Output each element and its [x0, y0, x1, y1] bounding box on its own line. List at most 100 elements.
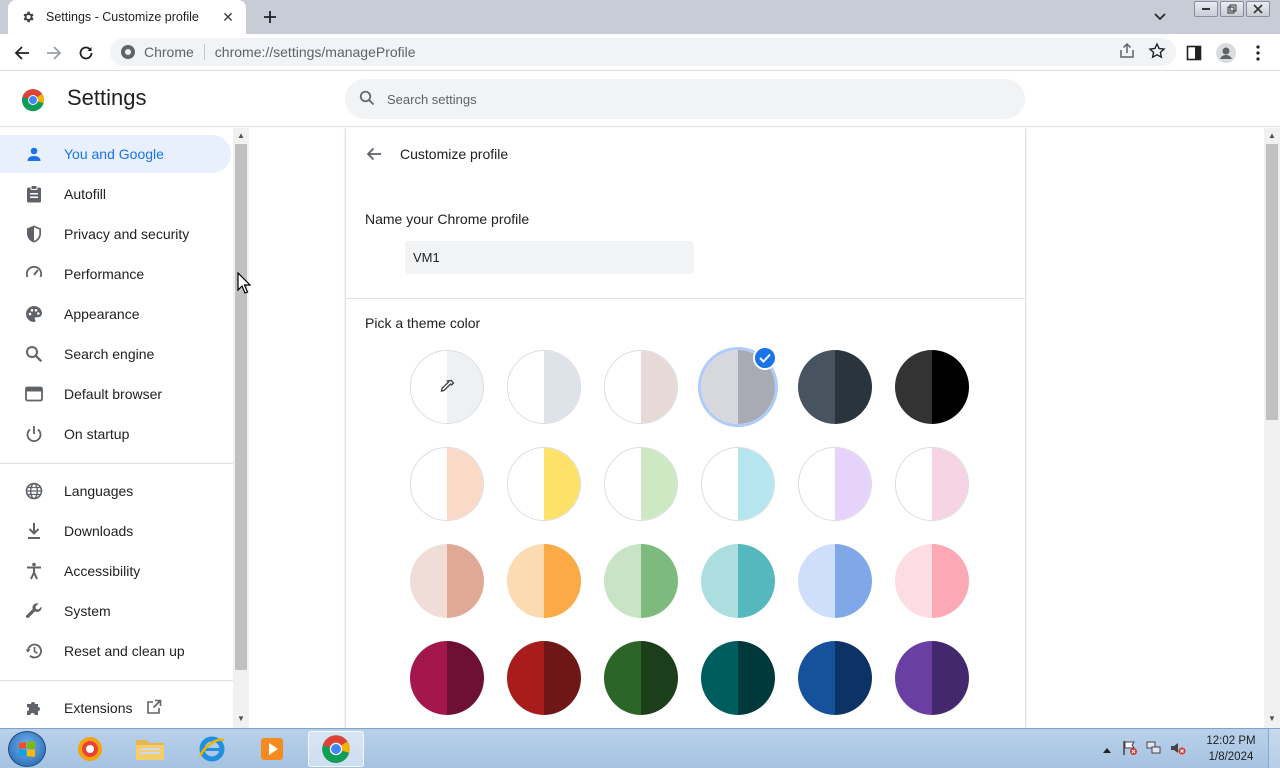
sidebar-item-languages[interactable]: Languages: [0, 472, 231, 510]
scroll-up-arrow-icon[interactable]: ▲: [237, 131, 245, 140]
action-center-icon[interactable]: [1122, 740, 1138, 759]
theme-color-swatch[interactable]: [701, 447, 775, 521]
sidebar-item-search-engine[interactable]: Search engine: [0, 335, 231, 373]
settings-title: Settings: [67, 85, 147, 110]
volume-muted-icon[interactable]: [1170, 740, 1186, 759]
sidebar-item-downloads[interactable]: Downloads: [0, 512, 231, 550]
theme-color-swatch[interactable]: [895, 641, 969, 715]
taskbar-app-tor[interactable]: [62, 731, 118, 767]
theme-color-swatch[interactable]: [604, 447, 678, 521]
page-scrollbar[interactable]: ▲ ▼: [1264, 128, 1280, 728]
taskbar-clock[interactable]: 12:02 PM 1/8/2024: [1196, 733, 1266, 765]
scroll-down-arrow-icon[interactable]: ▼: [1268, 714, 1276, 723]
theme-color-swatch[interactable]: [895, 447, 969, 521]
theme-color-swatch[interactable]: [507, 544, 581, 618]
address-bar[interactable]: Chrome chrome://settings/manageProfile: [110, 38, 1176, 66]
minimize-icon[interactable]: [1194, 1, 1218, 17]
mouse-cursor-icon: [237, 272, 251, 294]
network-icon[interactable]: [1146, 740, 1162, 759]
show-desktop-button[interactable]: [1268, 729, 1280, 768]
tray-expand-icon[interactable]: [1102, 742, 1112, 757]
start-button[interactable]: [8, 731, 46, 767]
site-chip-label: Chrome: [144, 44, 194, 60]
share-icon[interactable]: [1118, 42, 1136, 63]
tab-strip: Settings - Customize profile ✕: [0, 0, 1280, 34]
taskbar-app-media[interactable]: [244, 731, 300, 767]
settings-header: Settings: [0, 71, 1280, 127]
taskbar-app-ie[interactable]: [184, 731, 240, 767]
sidebar-item-label: Downloads: [64, 523, 134, 539]
theme-color-swatch[interactable]: [798, 544, 872, 618]
theme-color-swatch[interactable]: [895, 544, 969, 618]
close-window-icon[interactable]: [1246, 1, 1270, 17]
restore-icon[interactable]: [1220, 1, 1244, 17]
search-input[interactable]: [387, 91, 987, 107]
palette-icon: [24, 304, 44, 324]
history-icon: [24, 641, 44, 661]
url-text[interactable]: chrome://settings/manageProfile: [215, 44, 416, 60]
active-tab[interactable]: Settings - Customize profile ✕: [8, 0, 246, 34]
back-arrow-icon[interactable]: [364, 144, 384, 164]
close-tab-icon[interactable]: ✕: [220, 9, 236, 25]
site-info-chip[interactable]: Chrome: [120, 44, 194, 60]
sidebar-item-reset[interactable]: Reset and clean up: [0, 632, 231, 670]
custom-color-swatch[interactable]: [410, 350, 484, 424]
settings-sidebar: You and Google Autofill Privacy and secu…: [0, 128, 233, 728]
theme-color-swatch[interactable]: [410, 544, 484, 618]
theme-color-swatch[interactable]: [701, 544, 775, 618]
sidebar-item-label: Reset and clean up: [64, 643, 185, 659]
theme-color-swatch[interactable]: [798, 641, 872, 715]
theme-color-swatch[interactable]: [507, 641, 581, 715]
theme-color-swatch[interactable]: [410, 447, 484, 521]
side-panel-icon[interactable]: [1182, 41, 1206, 65]
window-controls: [1194, 1, 1270, 17]
theme-color-swatch[interactable]: [895, 350, 969, 424]
new-tab-icon[interactable]: [258, 6, 282, 28]
sidebar-item-you-and-google[interactable]: You and Google: [0, 135, 231, 173]
clock-date: 1/8/2024: [1208, 751, 1254, 763]
profile-avatar-icon[interactable]: [1214, 41, 1238, 65]
wrench-icon: [24, 601, 44, 621]
omnibox-divider: [203, 44, 205, 60]
reload-icon[interactable]: [74, 41, 98, 65]
theme-color-swatch[interactable]: [701, 641, 775, 715]
menu-kebab-icon[interactable]: [1246, 41, 1270, 65]
theme-color-swatch[interactable]: [604, 641, 678, 715]
sidebar-item-accessibility[interactable]: Accessibility: [0, 552, 231, 590]
sidebar-scrollbar[interactable]: ▲ ▼: [233, 128, 249, 728]
theme-color-swatch[interactable]: [507, 350, 581, 424]
internet-explorer-icon: [198, 736, 225, 762]
scroll-up-arrow-icon[interactable]: ▲: [1268, 131, 1276, 140]
tab-search-chevron-icon[interactable]: [1150, 8, 1170, 26]
page-scroll-thumb[interactable]: [1266, 144, 1278, 420]
sidebar-scroll-thumb[interactable]: [235, 144, 247, 670]
theme-color-swatch[interactable]: [410, 641, 484, 715]
browser-window-icon: [24, 384, 44, 404]
sidebar-item-autofill[interactable]: Autofill: [0, 175, 231, 213]
sidebar-item-on-startup[interactable]: On startup: [0, 415, 231, 453]
settings-search-box[interactable]: [345, 79, 1025, 119]
sidebar-item-extensions[interactable]: Extensions: [0, 689, 231, 727]
theme-color-swatch[interactable]: [507, 447, 581, 521]
taskbar-app-explorer[interactable]: [122, 731, 178, 767]
theme-color-swatch[interactable]: [798, 350, 872, 424]
chrome-logo-icon: [21, 89, 44, 112]
forward-arrow-icon[interactable]: [42, 41, 66, 65]
sidebar-item-appearance[interactable]: Appearance: [0, 295, 231, 333]
windows-taskbar: 12:02 PM 1/8/2024: [0, 728, 1280, 768]
sidebar-item-label: Extensions: [64, 700, 133, 716]
sidebar-item-default-browser[interactable]: Default browser: [0, 375, 231, 413]
sidebar-item-privacy[interactable]: Privacy and security: [0, 215, 231, 253]
bookmark-star-icon[interactable]: [1148, 42, 1166, 63]
profile-name-input[interactable]: [405, 241, 694, 274]
theme-color-swatch[interactable]: [604, 350, 678, 424]
theme-color-swatch[interactable]: [798, 447, 872, 521]
taskbar-app-chrome[interactable]: [308, 731, 364, 767]
back-arrow-icon[interactable]: [10, 41, 34, 65]
browser-toolbar: Chrome chrome://settings/manageProfile: [0, 34, 1280, 71]
sidebar-item-system[interactable]: System: [0, 592, 231, 630]
scroll-down-arrow-icon[interactable]: ▼: [237, 714, 245, 723]
theme-color-swatch[interactable]: [604, 544, 678, 618]
sidebar-item-performance[interactable]: Performance: [0, 255, 231, 293]
sidebar-item-label: On startup: [64, 426, 130, 442]
